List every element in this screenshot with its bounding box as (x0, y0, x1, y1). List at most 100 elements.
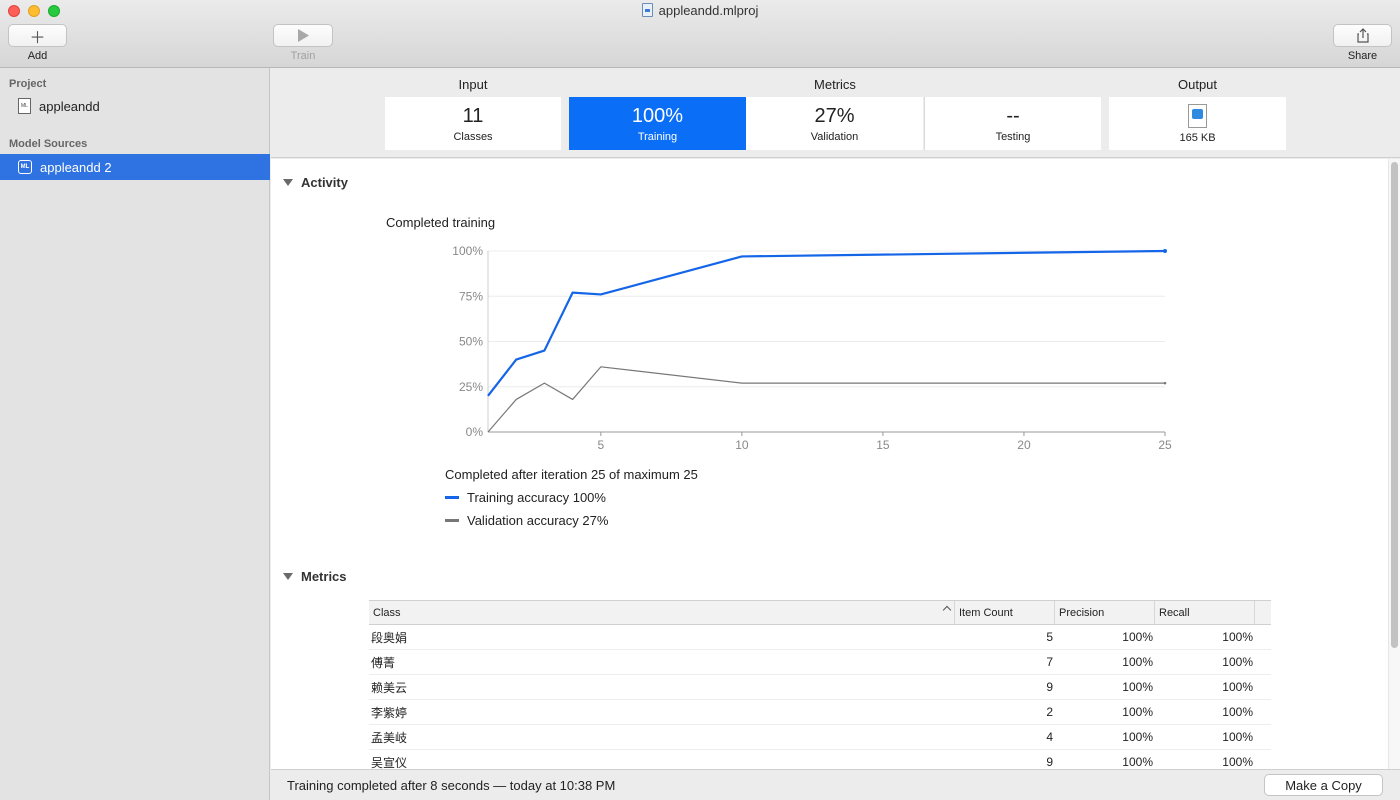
table-row[interactable]: 段奥娟 5 100% 100% (369, 625, 1271, 650)
column-header-item-count[interactable]: Item Count (955, 601, 1055, 625)
mlmodel-file-icon (1188, 103, 1207, 128)
testing-card[interactable]: -- Testing (925, 97, 1101, 150)
document-icon (641, 3, 653, 17)
sidebar-item-label: appleandd (39, 98, 100, 114)
cell-precision: 100% (1122, 680, 1153, 694)
train-label: Train (290, 50, 316, 62)
cell-precision: 100% (1122, 705, 1153, 719)
sidebar: Project ML appleandd Model Sources ML ap… (0, 68, 270, 800)
testing-label: Testing (995, 130, 1031, 143)
activity-section-toggle[interactable]: Activity (283, 175, 348, 190)
x-tick-label: 25 (1158, 438, 1172, 452)
column-header-label: Class (373, 607, 401, 619)
cell-class: 李紫婷 (371, 705, 408, 720)
cell-recall: 100% (1222, 730, 1253, 744)
cell-precision: 100% (1122, 755, 1153, 769)
cell-class: 孟美岐 (371, 730, 408, 745)
column-header-label: Precision (1059, 607, 1105, 619)
play-icon (298, 29, 309, 42)
column-header-label: Recall (1159, 607, 1190, 619)
validation-value: 27% (814, 104, 855, 127)
cell-item-count: 7 (1046, 655, 1053, 669)
share-icon (1356, 28, 1369, 43)
training-value: 100% (631, 104, 684, 127)
ml-model-icon: ML (18, 160, 32, 174)
disclosure-triangle-icon (283, 573, 293, 580)
cell-item-count: 9 (1046, 680, 1053, 694)
cell-class: 吴宣仪 (371, 755, 408, 770)
testing-value: -- (1006, 104, 1020, 127)
cell-item-count: 9 (1046, 755, 1053, 769)
add-label: Add (27, 50, 48, 62)
cell-precision: 100% (1122, 630, 1153, 644)
plus-icon: ＋ (29, 29, 46, 47)
legend-training: Training accuracy 100% (445, 490, 606, 505)
status-bar: Training completed after 8 seconds — tod… (271, 769, 1400, 800)
table-row[interactable]: 吴宣仪 9 100% 100% (369, 750, 1271, 769)
project-file-icon: ML (18, 98, 31, 114)
make-a-copy-button[interactable]: Make a Copy (1264, 774, 1383, 796)
cell-class: 傅菁 (371, 655, 396, 670)
classes-value: 11 (462, 104, 484, 127)
x-tick-label: 5 (597, 438, 604, 452)
y-tick-label: 50% (459, 335, 483, 349)
metrics-title: Metrics (814, 77, 856, 92)
column-header-class[interactable]: Class (369, 601, 955, 625)
sidebar-item-project[interactable]: ML appleandd (0, 93, 270, 119)
y-tick-label: 100% (452, 244, 483, 258)
metrics-section-toggle[interactable]: Metrics (283, 569, 347, 584)
scrollbar-thumb[interactable] (1391, 162, 1398, 648)
classes-label: Classes (453, 130, 493, 143)
y-tick-label: 0% (466, 425, 484, 439)
toolbar: appleandd.mlproj ＋ Add Train Share (0, 0, 1400, 68)
share-button[interactable] (1333, 24, 1392, 47)
cell-item-count: 5 (1046, 630, 1053, 644)
output-card[interactable]: 165 KB (1109, 97, 1286, 150)
activity-section-title: Activity (301, 175, 348, 190)
window-title: appleandd.mlproj (0, 3, 1400, 18)
validation-card[interactable]: 27% Validation (746, 97, 923, 150)
completion-summary: Completed after iteration 25 of maximum … (445, 467, 698, 482)
y-tick-label: 75% (459, 289, 483, 303)
table-row[interactable]: 赖美云 9 100% 100% (369, 675, 1271, 700)
cell-item-count: 4 (1046, 730, 1053, 744)
classes-card[interactable]: 11 Classes (385, 97, 561, 150)
cell-precision: 100% (1122, 655, 1153, 669)
cell-recall: 100% (1222, 705, 1253, 719)
sort-ascending-icon (942, 605, 952, 615)
cell-precision: 100% (1122, 730, 1153, 744)
legend-swatch-training (445, 496, 459, 499)
legend-validation-label: Validation accuracy 27% (467, 513, 609, 528)
sidebar-item-model-source[interactable]: ML appleandd 2 (0, 154, 270, 180)
column-header-precision[interactable]: Precision (1055, 601, 1155, 625)
cell-recall: 100% (1222, 755, 1253, 769)
x-tick-label: 10 (735, 438, 749, 452)
legend-validation: Validation accuracy 27% (445, 513, 608, 528)
cell-class: 段奥娟 (371, 630, 408, 645)
main-content: Activity Completed training 0% 25% 50% 75% 1… (271, 159, 1388, 769)
x-tick-label: 20 (1017, 438, 1031, 452)
metrics-table: Class Item Count Precision Recall 段奥娟 5 10… (369, 600, 1271, 769)
column-header-spacer (1255, 601, 1271, 625)
cell-item-count: 2 (1046, 705, 1053, 719)
cell-recall: 100% (1222, 680, 1253, 694)
training-card[interactable]: 100% Training (569, 97, 746, 150)
metrics-section-title: Metrics (301, 569, 347, 584)
column-header-recall[interactable]: Recall (1155, 601, 1255, 625)
x-tick-label: 15 (876, 438, 890, 452)
table-row[interactable]: 傅菁 7 100% 100% (369, 650, 1271, 675)
cell-recall: 100% (1222, 655, 1253, 669)
table-row[interactable]: 李紫婷 2 100% 100% (369, 700, 1271, 725)
model-sources-header: Model Sources (9, 138, 88, 150)
output-title: Output (1177, 77, 1218, 92)
vertical-scrollbar[interactable] (1388, 159, 1400, 769)
project-header: Project (9, 78, 47, 90)
disclosure-triangle-icon (283, 179, 293, 186)
table-row[interactable]: 孟美岐 4 100% 100% (369, 725, 1271, 750)
input-title: Input (458, 77, 488, 92)
add-button[interactable]: ＋ (8, 24, 67, 47)
output-size-label: 165 KB (1179, 131, 1216, 144)
training-label: Training (637, 130, 678, 143)
table-body: 段奥娟 5 100% 100% 傅菁 7 100% 100% 赖美云 9 100% 100% 李紫婷 2 1… (369, 625, 1271, 769)
train-button[interactable] (273, 24, 333, 47)
